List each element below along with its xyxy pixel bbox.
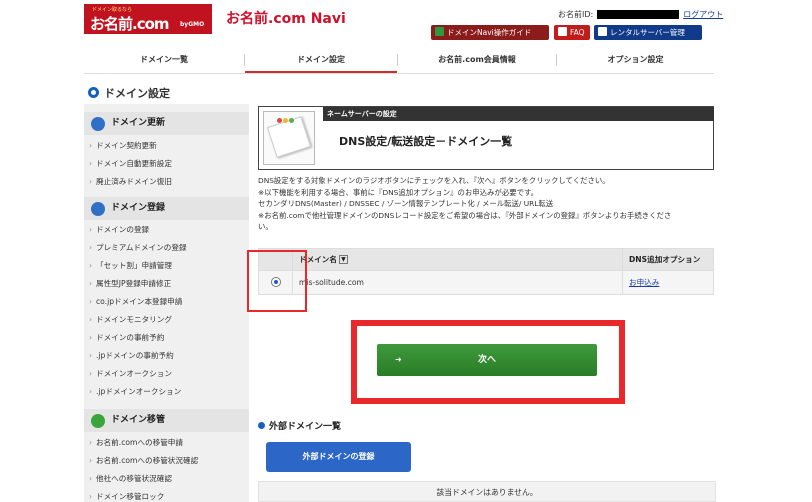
highlight-frame-radio (247, 250, 307, 312)
instruction-line: ※お名前.comで他社管理ドメインのDNSレコード設定をご希望の場合は、『外部ド… (258, 210, 672, 220)
instruction-line: セカンダリDNS(Master) / DNSSEC / ゾーン情報テンプレート化… (258, 199, 554, 208)
sidebar-item-jp-pre-reserve[interactable]: .jpドメインの事前予約 (84, 347, 249, 365)
logout-link[interactable]: ログアウト (683, 10, 723, 19)
sidebar-section-transfer: ドメイン移管 (84, 409, 249, 432)
nameserver-panel: ネームサーバーの設定 DNS設定/転送設定－ドメイン一覧 (258, 106, 714, 170)
sidebar-item-auto-renewal[interactable]: ドメイン自動更新設定 (84, 155, 249, 173)
section-label: ドメイン移管 (111, 415, 166, 425)
sidebar-title: ドメイン設定 (88, 85, 170, 101)
sidebar-item-auction[interactable]: ドメインオークション (84, 365, 249, 383)
sidebar-item-transfer-in[interactable]: お名前.comへの移管申請 (84, 434, 249, 452)
tab-domain-list[interactable]: ドメイン一覧 (84, 47, 244, 73)
navi-guide-label: ドメインNavi操作ガイド (447, 28, 532, 37)
external-domain-heading: 外部ドメイン一覧 (258, 419, 341, 432)
sidebar: ドメイン更新 ドメイン契約更新 ドメイン自動更新設定 廃止済みドメイン復旧 ドメ… (84, 104, 249, 502)
register-external-domain-button[interactable]: 外部ドメインの登録 (266, 442, 411, 472)
sidebar-item-set-discount[interactable]: 「セット割」申請管理 (84, 257, 249, 275)
check-icon (598, 27, 607, 36)
navi-guide-button[interactable]: ドメインNavi操作ガイド (431, 25, 549, 40)
dns-option-apply-link[interactable]: お申込み (629, 278, 659, 287)
user-info: お名前ID: ログアウト (558, 9, 723, 20)
sidebar-item-monitoring[interactable]: ドメインモニタリング (84, 311, 249, 329)
instruction-line: ※以下機能を利用する場合、事前に『DNS追加オプション』のお申込みが必要です。 (258, 187, 539, 197)
sidebar-item-restore[interactable]: 廃止済みドメイン復旧 (84, 173, 249, 191)
logo-tagline: ドメイン取るなら (92, 7, 133, 13)
app-title: お名前.com Navi (226, 11, 346, 27)
arrow-right-icon: ➜ (395, 355, 402, 364)
main-tabs: ドメイン一覧 ドメイン設定 お名前.com会員情報 オプション設定 (84, 47, 714, 74)
sidebar-item-jp-attribute[interactable]: 属性型JP登録申請修正 (84, 275, 249, 293)
instructions: DNS設定をする対象ドメインのラジオボタンにチェックを入れ、『次へ』ボタンをクリ… (258, 175, 716, 233)
domain-table: ドメイン名 ▼ DNS追加オプション mis-solitude.com お申込み (258, 248, 714, 295)
sidebar-section-renewal: ドメイン更新 (84, 112, 249, 135)
domain-column-header[interactable]: ドメイン名 ▼ (292, 248, 623, 271)
sidebar-item-jp-auction[interactable]: .jpドメインオークション (84, 383, 249, 401)
panel-label: ネームサーバーの設定 (323, 107, 714, 121)
sort-icon[interactable]: ▼ (338, 255, 348, 264)
empty-state-message: 該当ドメインはありません。 (258, 481, 716, 502)
help-icon (558, 27, 567, 36)
tab-member-info[interactable]: お名前.com会員情報 (398, 47, 556, 73)
next-button-label: 次へ (477, 355, 496, 365)
transfer-icon (91, 414, 105, 428)
document-icon (263, 111, 315, 165)
logo-mark: お名前.com (90, 15, 170, 33)
table-row: mis-solitude.com お申込み (258, 270, 714, 295)
ring-icon (88, 87, 99, 98)
book-icon (435, 27, 444, 36)
bullet-icon (258, 422, 265, 429)
dns-option-cell: お申込み (622, 270, 714, 295)
sidebar-item-transfer-status[interactable]: お名前.comへの移管状況確認 (84, 452, 249, 470)
dns-option-column-header: DNS追加オプション (622, 248, 714, 271)
sidebar-section-registration: ドメイン登録 (84, 197, 249, 220)
site-logo[interactable]: ドメイン取るなら お名前.com byGMO (84, 4, 212, 34)
instruction-line: DNS設定をする対象ドメインのラジオボタンにチェックを入れ、『次へ』ボタンをクリ… (258, 176, 610, 185)
page-title: DNS設定/転送設定－ドメイン一覧 (339, 135, 513, 148)
external-domain-title: 外部ドメイン一覧 (269, 422, 342, 432)
domain-name-cell: mis-solitude.com (292, 270, 623, 295)
sidebar-item-contract-renewal[interactable]: ドメイン契約更新 (84, 137, 249, 155)
section-label: ドメイン更新 (111, 118, 166, 128)
rental-server-button[interactable]: レンタルサーバー管理 (594, 25, 702, 40)
sidebar-item-premium[interactable]: プレミアムドメインの登録 (84, 239, 249, 257)
sidebar-title-label: ドメイン設定 (104, 87, 170, 100)
logo-corp: byGMO (180, 21, 205, 28)
faq-button[interactable]: FAQ (554, 25, 590, 40)
sidebar-item-cojp[interactable]: co.jpドメイン本登録申請 (84, 293, 249, 311)
sidebar-item-pre-reserve[interactable]: ドメインの事前予約 (84, 329, 249, 347)
rental-server-label: レンタルサーバー管理 (610, 28, 685, 37)
tab-domain-settings[interactable]: ドメイン設定 (245, 47, 397, 73)
next-button[interactable]: ➜ 次へ (377, 344, 597, 376)
sidebar-item-register[interactable]: ドメインの登録 (84, 221, 249, 239)
masked-user-id (597, 10, 680, 19)
plus-circle-icon (91, 202, 105, 216)
section-label: ドメイン登録 (111, 203, 166, 213)
instruction-line: い。 (258, 222, 273, 231)
tab-option-settings[interactable]: オプション設定 (557, 47, 714, 73)
sidebar-item-transfer-lock[interactable]: ドメイン移管ロック (84, 488, 249, 502)
sidebar-item-transfer-out-status[interactable]: 他社への移管状況確認 (84, 470, 249, 488)
faq-label: FAQ (570, 28, 585, 37)
user-id-label: お名前ID: (558, 10, 594, 19)
table-header-row: ドメイン名 ▼ DNS追加オプション (258, 248, 714, 271)
refresh-icon (91, 117, 105, 131)
